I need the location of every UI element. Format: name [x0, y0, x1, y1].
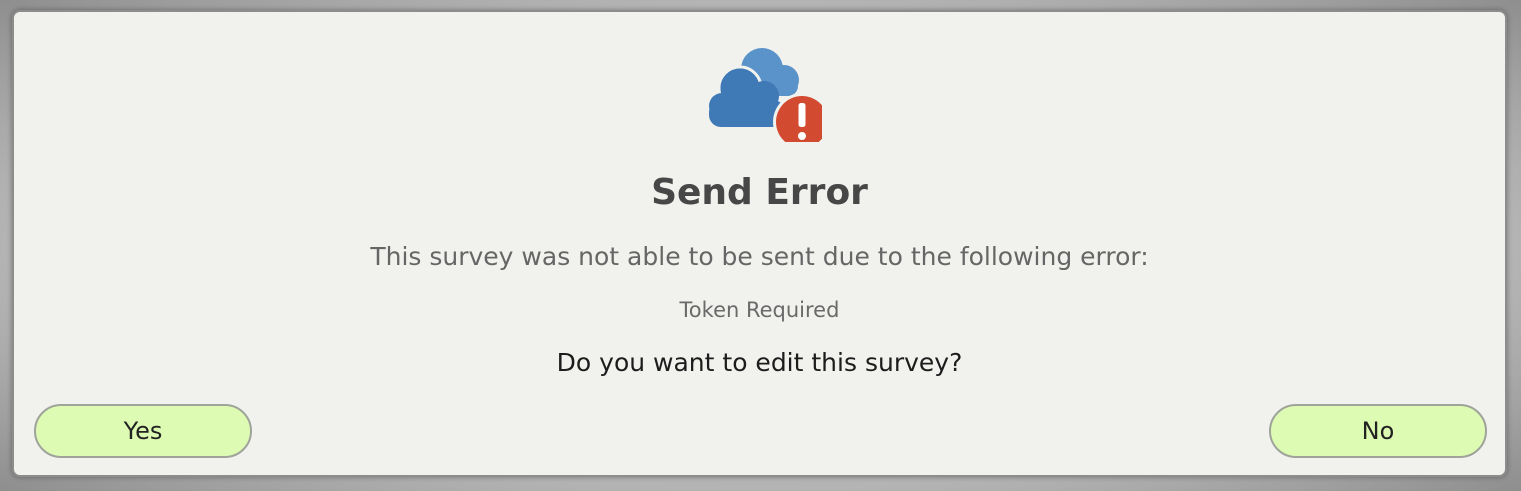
- edit-survey-question: Do you want to edit this survey?: [556, 348, 963, 377]
- dialog-title: Send Error: [651, 172, 868, 213]
- yes-button[interactable]: Yes: [34, 404, 252, 458]
- no-button[interactable]: No: [1269, 404, 1487, 458]
- error-message: This survey was not able to be sent due …: [370, 242, 1149, 271]
- error-detail: Token Required: [679, 298, 840, 322]
- cloud-error-icon: [702, 42, 831, 151]
- send-error-dialog: Send Error This survey was not able to b…: [12, 10, 1507, 477]
